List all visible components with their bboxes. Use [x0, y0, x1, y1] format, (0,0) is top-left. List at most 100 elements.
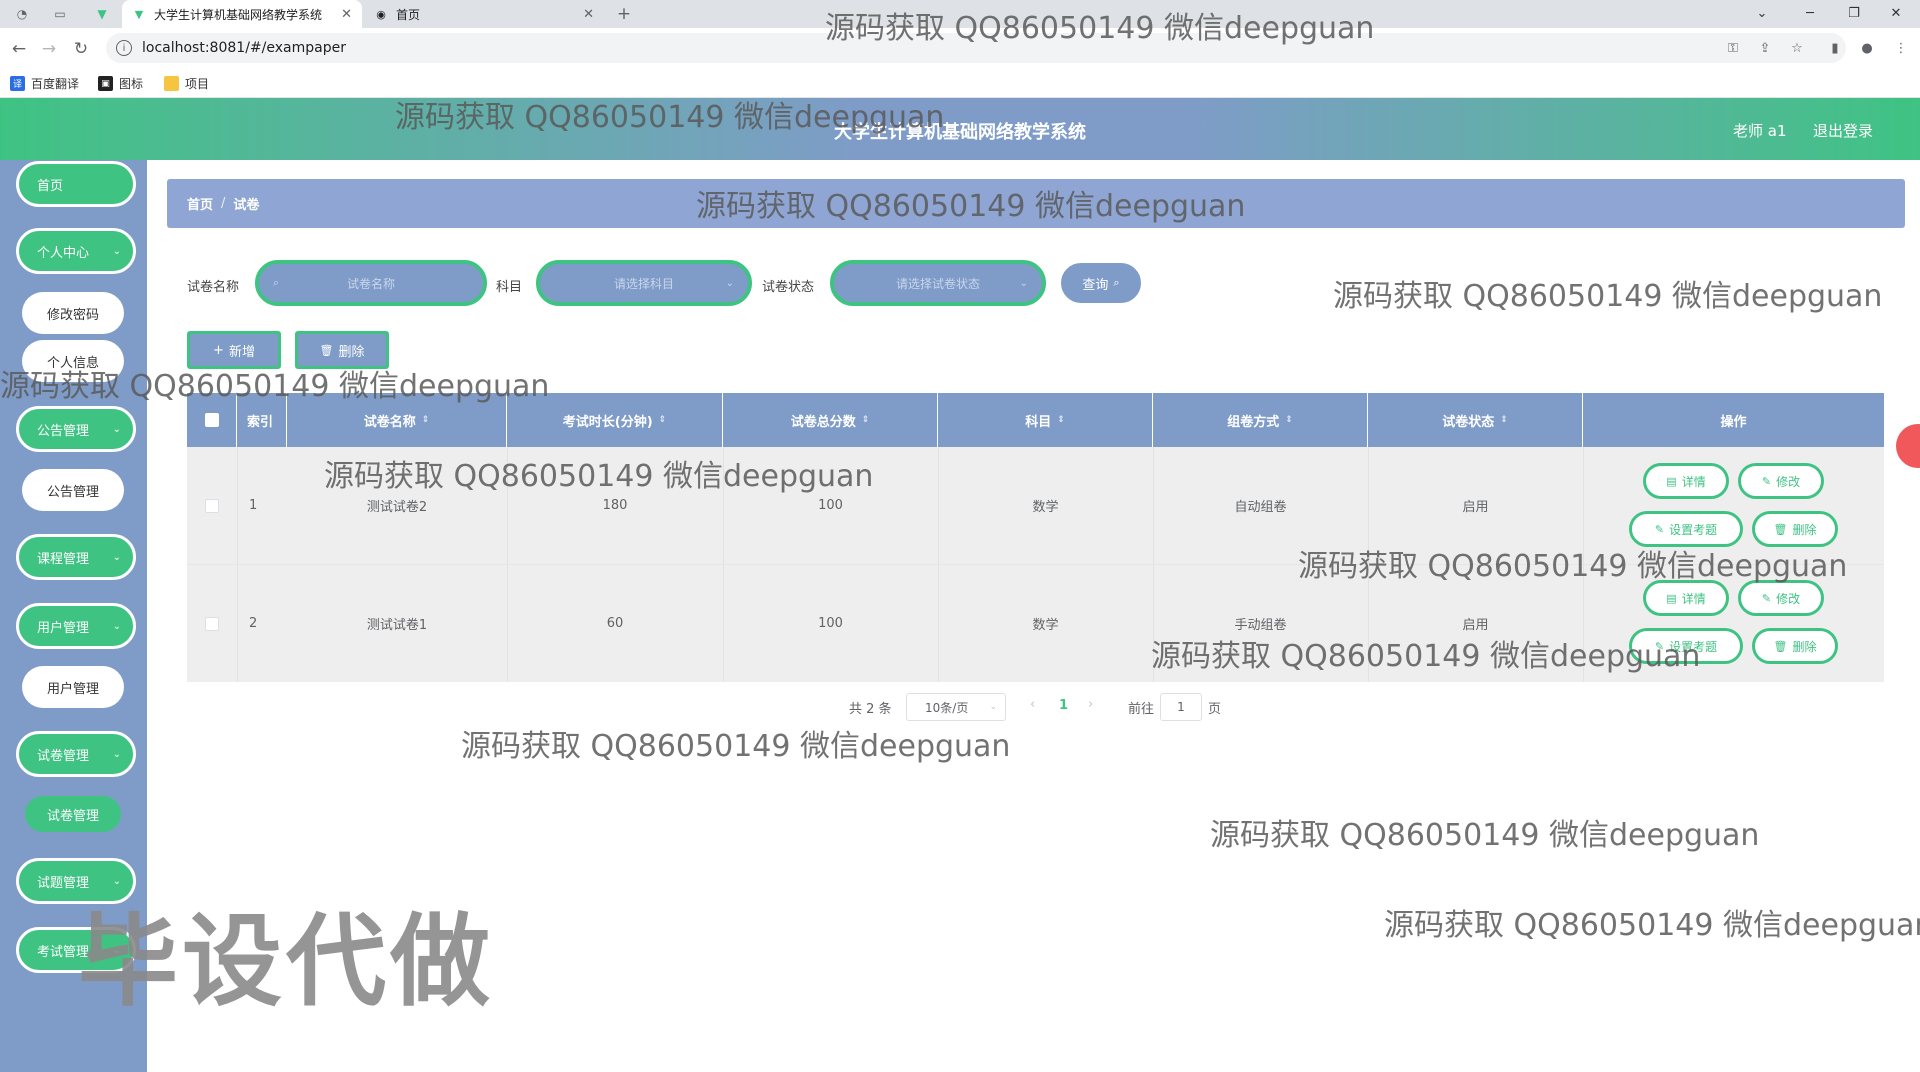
- menu-notice[interactable]: 公告管理 ⌄: [16, 406, 136, 452]
- button-label: 详情: [1681, 474, 1706, 489]
- cell-subject: 数学: [1032, 618, 1059, 633]
- row-checkbox[interactable]: [205, 616, 219, 631]
- menu-paper[interactable]: 试卷管理 ⌄: [16, 731, 136, 777]
- menu-personal[interactable]: 个人中心 ⌄: [16, 228, 136, 274]
- cell-index: 1: [249, 498, 258, 513]
- watermark: 源码获取 QQ86050149 微信deepguan: [1298, 549, 1848, 584]
- detail-button[interactable]: ▤ 详情: [1643, 463, 1729, 499]
- vue-logo-icon: ▼: [134, 7, 144, 21]
- select-placeholder: 请选择科目: [613, 276, 674, 291]
- menu-dots-icon[interactable]: ⋮: [1892, 39, 1910, 57]
- button-label: 修改: [1776, 591, 1801, 606]
- tab-title: 首页: [396, 7, 421, 22]
- cell-index: 2: [249, 616, 258, 631]
- col-subject[interactable]: 科目 ⇕: [938, 393, 1153, 447]
- breadcrumb-home[interactable]: 首页: [187, 194, 213, 213]
- folder-icon: [164, 76, 179, 91]
- query-button[interactable]: 查询 ⌕: [1058, 260, 1144, 306]
- edit-icon: ✎: [1761, 474, 1772, 488]
- pagination-total: 共 2 条: [849, 702, 892, 717]
- submenu-paper[interactable]: 试卷管理: [22, 793, 124, 835]
- col-compose-mode[interactable]: 组卷方式 ⇕: [1153, 393, 1368, 447]
- bookmark-icons[interactable]: ▣ 图标: [98, 75, 143, 92]
- chevron-down-icon: ⌄: [112, 620, 121, 632]
- col-label: 试卷总分数: [790, 414, 856, 430]
- bookmarks-bar: 译 百度翻译 ▣ 图标 项目: [0, 68, 1920, 98]
- col-operations: 操作: [1720, 414, 1747, 430]
- menu-label: 个人中心: [37, 245, 90, 261]
- reload-icon[interactable]: ↻: [70, 38, 92, 60]
- info-icon[interactable]: i: [116, 40, 132, 56]
- minimize-icon[interactable]: ─: [1790, 2, 1830, 24]
- logout-link[interactable]: 退出登录: [1813, 120, 1873, 141]
- goto-page-input[interactable]: 1: [1160, 693, 1202, 721]
- edit-button[interactable]: ✎ 修改: [1738, 580, 1824, 616]
- back-icon[interactable]: ←: [8, 38, 30, 60]
- prev-page-icon[interactable]: ‹: [1030, 697, 1035, 712]
- watermark: 源码获取 QQ86050149 微信deepguan: [825, 11, 1375, 46]
- star-icon[interactable]: ☆: [1788, 39, 1806, 57]
- subject-select[interactable]: 请选择科目 ⌄: [536, 260, 752, 306]
- button-label: 删除: [1792, 639, 1817, 654]
- paper-status-select[interactable]: 请选择试卷状态 ⌄: [830, 260, 1046, 306]
- browser-profile-icon[interactable]: ◔: [12, 4, 32, 24]
- page-number-current[interactable]: 1: [1059, 698, 1068, 713]
- forward-icon[interactable]: →: [38, 38, 60, 60]
- watermark: 源码获取 QQ86050149 微信deepguan: [1384, 908, 1920, 943]
- document-icon: ▤: [1666, 591, 1677, 605]
- tab-active[interactable]: ▼ 大学生计算机基础网络教学系统 ✕: [122, 0, 362, 28]
- document-icon: ▤: [1666, 474, 1677, 488]
- watermark: 源码获取 QQ86050149 微信deepguan: [696, 189, 1246, 224]
- picture-icon: ▣: [98, 76, 113, 91]
- submenu-user[interactable]: 用户管理: [22, 666, 124, 708]
- bookmark-baidu-translate[interactable]: 译 百度翻译: [10, 75, 79, 92]
- select-all-checkbox[interactable]: [204, 413, 219, 427]
- search-icon: ⌕: [273, 276, 280, 289]
- window-close-icon[interactable]: ✕: [1876, 2, 1916, 24]
- page-size-select[interactable]: 10条/页 ⌄: [906, 693, 1006, 721]
- new-tab-button[interactable]: +: [614, 4, 634, 24]
- tab-search-icon[interactable]: ⌄: [1742, 2, 1782, 24]
- col-total-score[interactable]: 试卷总分数 ⇕: [723, 393, 938, 447]
- pinned-tab-icon[interactable]: ▭: [50, 4, 70, 24]
- share-icon[interactable]: ⇪: [1756, 39, 1774, 57]
- sort-icon: ⇕: [1500, 415, 1508, 425]
- button-label: 删除: [1792, 522, 1817, 537]
- sidepanel-icon[interactable]: ▮: [1826, 39, 1844, 57]
- chevron-down-icon: ⌄: [725, 277, 734, 289]
- cell-subject: 数学: [1032, 500, 1059, 515]
- button-label: 查询: [1082, 277, 1109, 293]
- current-user: 老师 a1: [1733, 122, 1787, 140]
- col-label: 试卷状态: [1442, 414, 1495, 430]
- submenu-label: 用户管理: [46, 681, 99, 697]
- menu-course[interactable]: 课程管理 ⌄: [16, 534, 136, 580]
- close-icon[interactable]: ✕: [583, 7, 594, 22]
- profile-avatar-icon[interactable]: ●: [1858, 39, 1876, 57]
- menu-home[interactable]: 首页: [16, 161, 136, 207]
- watermark: 源码获取 QQ86050149 微信deepguan: [1210, 818, 1760, 853]
- tab-home[interactable]: ◉ 首页 ✕: [364, 0, 604, 28]
- search-icon: ⌕: [1113, 276, 1120, 289]
- chevron-down-icon: ⌄: [112, 551, 121, 563]
- vue-tab-icon[interactable]: ▼: [92, 4, 112, 24]
- watermark: 源码获取 QQ86050149 微信deepguan: [324, 459, 874, 494]
- menu-user[interactable]: 用户管理 ⌄: [16, 603, 136, 649]
- restore-icon[interactable]: ❐: [1834, 2, 1874, 24]
- delete-button[interactable]: 🗑 删除: [1752, 628, 1838, 664]
- paper-name-input[interactable]: ⌕ 试卷名称: [255, 260, 487, 306]
- trash-icon: 🗑: [1773, 522, 1788, 536]
- bookmark-project[interactable]: 项目: [164, 75, 209, 92]
- button-label: 修改: [1776, 474, 1801, 489]
- submenu-notice[interactable]: 公告管理: [22, 469, 124, 511]
- next-page-icon[interactable]: ›: [1088, 697, 1093, 712]
- submenu-change-password[interactable]: 修改密码: [22, 292, 124, 334]
- edit-button[interactable]: ✎ 修改: [1738, 463, 1824, 499]
- col-status[interactable]: 试卷状态 ⇕: [1368, 393, 1583, 447]
- detail-button[interactable]: ▤ 详情: [1643, 580, 1729, 616]
- key-icon[interactable]: ⚿: [1724, 39, 1742, 57]
- button-label: 详情: [1681, 591, 1706, 606]
- close-icon[interactable]: ✕: [341, 7, 352, 22]
- trash-icon: 🗑: [319, 343, 334, 357]
- row-checkbox[interactable]: [205, 498, 219, 513]
- input-placeholder: 试卷名称: [346, 276, 395, 291]
